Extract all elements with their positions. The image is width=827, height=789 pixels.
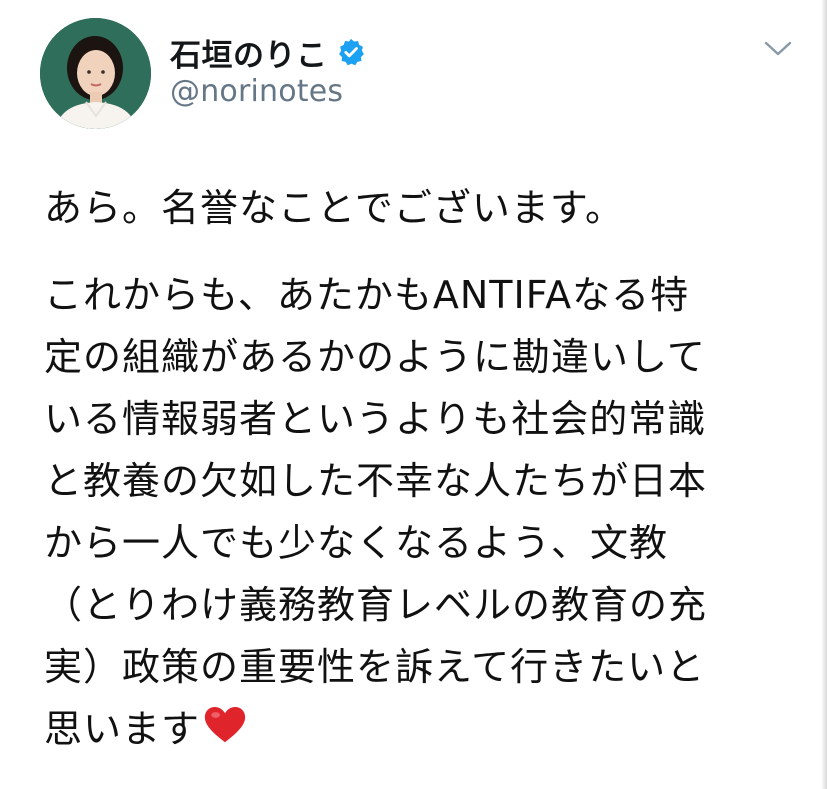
tweet-text-line: これからも、あたかもANTIFAなる特 — [44, 273, 690, 317]
tweet-text-line: 実）政策の重要性を訴えて行きたいと — [44, 645, 706, 689]
tweet-text-line: から一人でも少なくなるよう、文教 — [44, 521, 669, 565]
tweet-paragraph-1: あら。名誉なことでございます。 — [44, 177, 624, 239]
display-name-row: 石垣のりこ — [170, 30, 366, 74]
profile-photo-icon — [40, 18, 151, 129]
screen-edge — [821, 0, 827, 789]
tweet-text-line: （とりわけ義務教育レベルの教育の充 — [44, 583, 708, 627]
avatar[interactable] — [40, 18, 151, 129]
tweet-text-last-line: 思います — [44, 698, 707, 760]
tweet-text-line: 思います — [44, 707, 201, 751]
tweet-paragraph-2: これからも、あたかもANTIFAなる特 定の組織があるかのように勘違いして いる… — [44, 264, 707, 760]
tweet-text-line: 定の組織があるかのように勘違いして — [44, 335, 706, 379]
user-handle[interactable]: @norinotes — [170, 74, 343, 109]
verified-badge-icon — [336, 37, 366, 67]
tweet-text-line: いる情報弱者というよりも社会的常識 — [44, 397, 707, 441]
display-name[interactable]: 石垣のりこ — [170, 30, 328, 75]
chevron-down-icon[interactable] — [762, 38, 794, 60]
heart-emoji-icon — [202, 702, 248, 748]
tweet-text-line: あら。名誉なことでございます。 — [44, 186, 625, 230]
tweet-text-line: と教養の欠如した不幸な人たちが日本 — [44, 459, 708, 503]
tweet: 石垣のりこ @norinotes あら。名誉なことでございます。 これからも、あ… — [0, 0, 827, 789]
